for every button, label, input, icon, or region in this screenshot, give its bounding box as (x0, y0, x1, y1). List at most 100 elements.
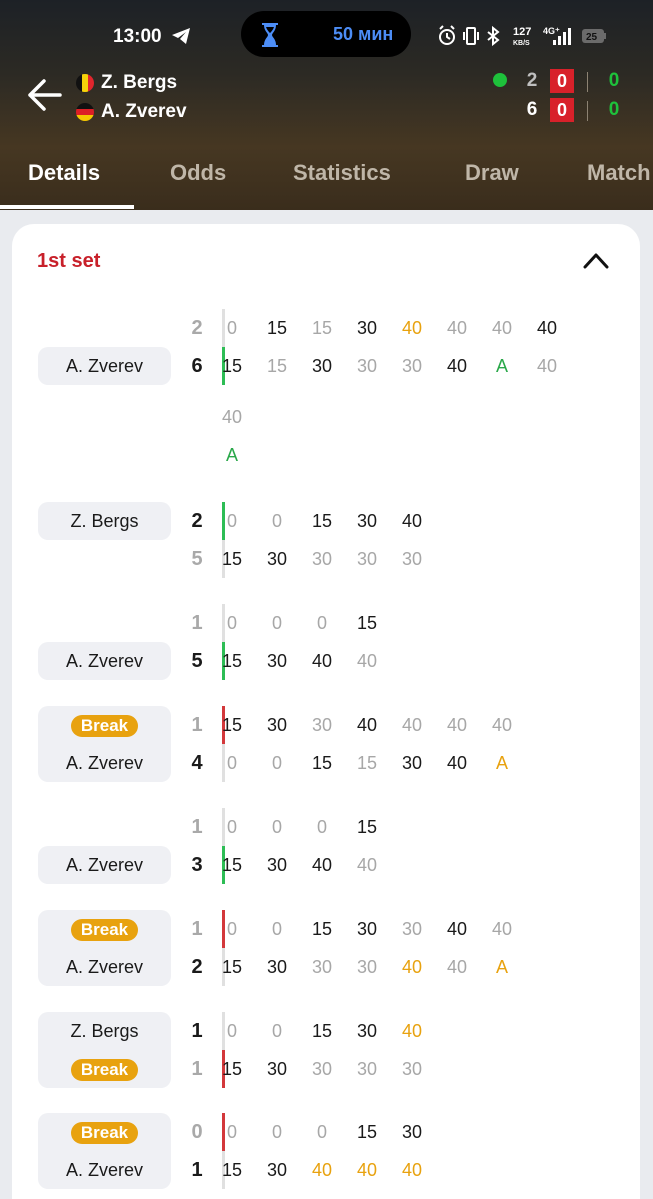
game-count: 1 (191, 1020, 203, 1042)
point-score: 40 (401, 957, 423, 977)
game-count: 1 (191, 1058, 203, 1080)
tab-odds[interactable]: Odds (170, 160, 226, 186)
point-score: 15 (311, 919, 333, 939)
belgium-flag-icon (76, 73, 94, 92)
point-score: 30 (311, 356, 333, 376)
chevron-up-icon[interactable] (582, 250, 610, 270)
point-score: 0 (271, 817, 282, 837)
point-score: 0 (316, 613, 327, 633)
break-badge: Break (70, 1059, 139, 1082)
arrow-left-icon[interactable] (26, 78, 62, 112)
point-score: 15 (221, 957, 243, 977)
point-score: 15 (356, 1122, 378, 1142)
game-count: 1 (191, 612, 203, 634)
tab-statistics[interactable]: Statistics (293, 160, 391, 186)
break-badge: Break (70, 715, 139, 738)
system-icons: 127 KB/S 4G⁺ 25 (439, 25, 606, 47)
point-score: 30 (356, 549, 378, 569)
game-count: 1 (191, 918, 203, 940)
game-count: 0 (191, 1121, 203, 1143)
point-score: 15 (266, 356, 288, 376)
current-game-score: 0 (550, 69, 574, 93)
game-count: 2 (191, 510, 203, 532)
timer-pill[interactable]: 50 мин (241, 11, 411, 57)
point-score: 15 (311, 511, 333, 531)
point-score: 40 (356, 1160, 378, 1180)
active-tab-indicator (0, 205, 134, 209)
game-count: 5 (191, 650, 203, 672)
point-score: 40 (491, 318, 513, 338)
tab-match[interactable]: Match (587, 160, 651, 186)
point-score: 30 (356, 957, 378, 977)
point-score: 40 (401, 1021, 423, 1041)
point-score: 40 (446, 957, 468, 977)
point-score: 15 (311, 318, 333, 338)
score-divider (587, 72, 588, 92)
timer-text: 50 мин (333, 24, 394, 44)
chip-line: A. Zverev (38, 744, 171, 782)
point-score: 40 (311, 855, 333, 875)
point-score: A (495, 957, 508, 977)
point-score: 40 (446, 753, 468, 773)
network-unit: KB/S (513, 40, 530, 47)
chip-line: Break (38, 1113, 171, 1151)
point-score: 30 (266, 651, 288, 671)
network-speed: 127 (513, 26, 531, 38)
point-score: 40 (536, 318, 558, 338)
point-score: 40 (401, 511, 423, 531)
point-score: 40 (491, 919, 513, 939)
player-name: A. Zverev (101, 100, 187, 122)
point-score: A (495, 753, 508, 773)
point-score: 30 (356, 356, 378, 376)
chip-line: Break (38, 706, 171, 744)
alarm-icon (439, 25, 455, 45)
point-score: 30 (266, 1059, 288, 1079)
player-name: Z. Bergs (70, 511, 139, 531)
game-chip: Z. Bergs Break (38, 1012, 171, 1088)
point-score: 30 (356, 1059, 378, 1079)
player-name: A. Zverev (65, 753, 144, 773)
game-chip: Z. Bergs (38, 502, 171, 540)
battery-icon: 25 (582, 29, 606, 43)
game-count: 2 (191, 317, 203, 339)
set-title: 1st set (37, 250, 101, 272)
tab-details[interactable]: Details (28, 160, 100, 186)
point-score: 30 (401, 549, 423, 569)
game-chip: A. Zverev (38, 347, 171, 385)
sets-won: 2 (526, 70, 538, 91)
point-score: 40 (401, 1160, 423, 1180)
point-score: 0 (226, 1021, 237, 1041)
game-chip: A. Zverev (38, 846, 171, 884)
point-score: 40 (536, 356, 558, 376)
point-score: 0 (271, 1122, 282, 1142)
score-divider (587, 101, 588, 121)
network-type: 4G⁺ (543, 26, 560, 36)
point-score: 30 (401, 753, 423, 773)
game-chip: Break A. Zverev (38, 910, 171, 986)
point-score: 30 (401, 1122, 423, 1142)
point-score: 0 (226, 511, 237, 531)
game-count: 6 (191, 355, 203, 377)
game-chip: Break A. Zverev (38, 1113, 171, 1189)
vibrate-icon (463, 27, 479, 45)
telegram-icon (172, 28, 190, 44)
tab-draw[interactable]: Draw (465, 160, 519, 186)
clock: 13:00 (113, 26, 162, 47)
chip-line: A. Zverev (38, 948, 171, 986)
player-name: A. Zverev (65, 1160, 144, 1180)
point-score: 30 (266, 549, 288, 569)
point-score: 30 (311, 957, 333, 977)
game-count: 4 (191, 752, 203, 774)
match-players: Z. Bergs A. Zverev (76, 68, 187, 126)
point-score: 15 (221, 1160, 243, 1180)
point-score: 15 (356, 613, 378, 633)
point-score: 0 (271, 511, 282, 531)
point-score: 40 (401, 318, 423, 338)
point-score: 40 (491, 715, 513, 735)
current-points: 0 (608, 99, 620, 120)
point-score: 40 (401, 715, 423, 735)
point-score: 40 (446, 715, 468, 735)
score-row: 6 0 0 (488, 97, 638, 126)
player-row: Z. Bergs (76, 68, 187, 97)
point-score: 0 (226, 817, 237, 837)
